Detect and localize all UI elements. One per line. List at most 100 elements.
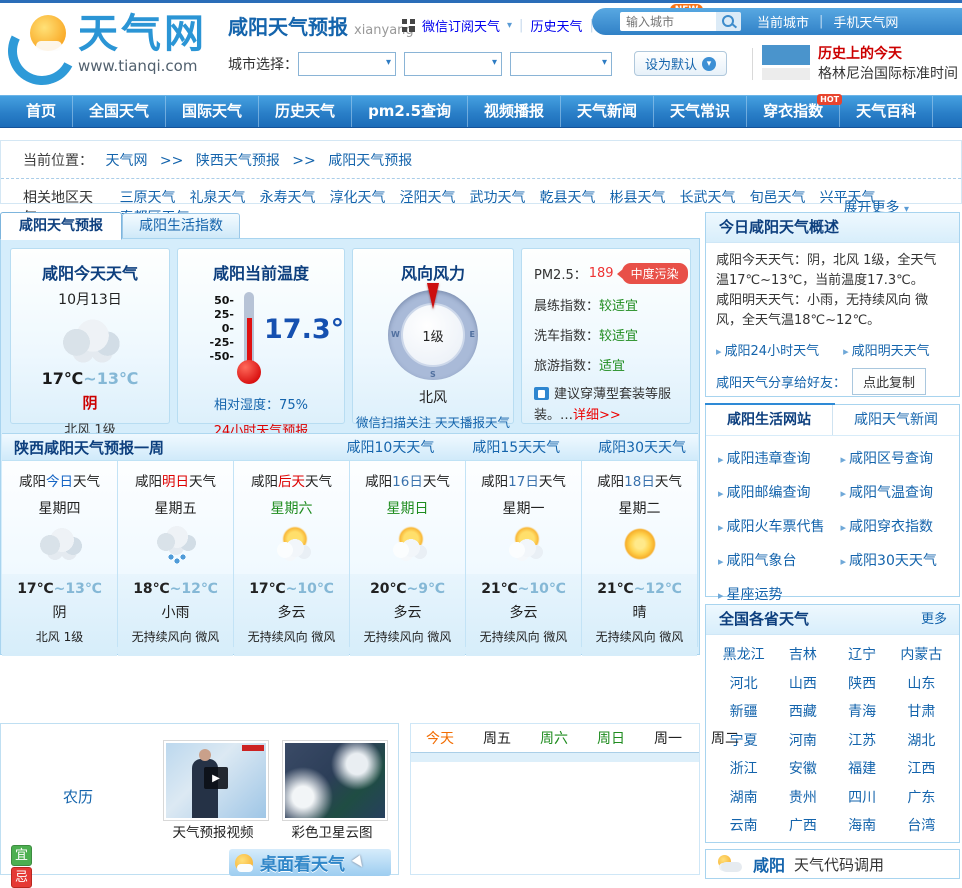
province-link[interactable]: 内蒙古 bbox=[892, 641, 951, 670]
province-link[interactable]: 黑龙江 bbox=[714, 641, 773, 670]
forecast-day-card[interactable]: 咸阳17日天气 星期一 21℃~10℃ 多云 无持续风向 微风 bbox=[466, 461, 582, 656]
nav-item[interactable]: 天气百科 bbox=[840, 96, 934, 127]
related-area-link[interactable]: 永寿天气 bbox=[260, 190, 316, 206]
day-tab[interactable]: 周二 bbox=[711, 728, 739, 748]
province-link[interactable]: 福建 bbox=[833, 755, 892, 784]
life-link[interactable]: 星座运势 bbox=[727, 587, 783, 603]
province-link[interactable]: 江西 bbox=[892, 755, 951, 784]
tab-living-index[interactable]: 咸阳生活指数 bbox=[122, 213, 240, 240]
nav-item[interactable]: 视频播报 bbox=[468, 96, 562, 127]
related-area-link[interactable]: 长武天气 bbox=[680, 190, 736, 206]
life-link-item[interactable]: ▸ 咸阳违章查询 bbox=[710, 441, 833, 475]
provinces-more-link[interactable]: 更多 bbox=[921, 605, 947, 634]
life-link[interactable]: 咸阳区号查询 bbox=[849, 451, 933, 467]
related-area-link[interactable]: 泾阳天气 bbox=[400, 190, 456, 206]
province-link[interactable]: 西藏 bbox=[773, 698, 832, 727]
province-link[interactable]: 浙江 bbox=[714, 755, 773, 784]
related-area-link[interactable]: 淳化天气 bbox=[330, 190, 386, 206]
forecast-day-card[interactable]: 咸阳16日天气 星期日 20℃~9℃ 多云 无持续风向 微风 bbox=[350, 461, 466, 656]
life-link-item[interactable]: ▸ 咸阳区号查询 bbox=[833, 441, 956, 475]
life-link[interactable]: 咸阳火车票代售 bbox=[727, 519, 825, 535]
life-link[interactable]: 咸阳邮编查询 bbox=[727, 485, 811, 501]
province-link[interactable]: 江苏 bbox=[833, 727, 892, 756]
life-link-item[interactable]: ▸ 咸阳气温查询 bbox=[833, 475, 956, 509]
province-link[interactable]: 甘肃 bbox=[892, 698, 951, 727]
nav-item[interactable]: 全国天气 bbox=[73, 96, 167, 127]
life-link-item[interactable]: ▸ 咸阳火车票代售 bbox=[710, 509, 833, 543]
wechat-subscribe-link[interactable]: 微信订阅天气 bbox=[422, 16, 500, 35]
breadcrumb-province[interactable]: 陕西天气预报 bbox=[196, 153, 280, 169]
search-button[interactable] bbox=[716, 12, 741, 31]
forecast-day-title[interactable]: 咸阳后天天气 bbox=[234, 470, 349, 490]
day-tab[interactable]: 今天 bbox=[426, 728, 454, 748]
code-box-label[interactable]: 天气代码调用 bbox=[794, 854, 884, 875]
related-area-link[interactable]: 乾县天气 bbox=[540, 190, 596, 206]
province-link[interactable]: 河南 bbox=[773, 727, 832, 756]
day-tab[interactable]: 周一 bbox=[654, 728, 682, 748]
day-tab[interactable]: 周日 bbox=[597, 728, 625, 748]
video-caption[interactable]: 天气预报视频 bbox=[160, 821, 266, 841]
life-link[interactable]: 咸阳违章查询 bbox=[727, 451, 811, 467]
related-area-link[interactable]: 礼泉天气 bbox=[190, 190, 246, 206]
nav-item[interactable]: 天气常识 bbox=[654, 96, 748, 127]
life-link-item[interactable]: ▸ 咸阳邮编查询 bbox=[710, 475, 833, 509]
province-link[interactable]: 湖南 bbox=[714, 784, 773, 813]
play-icon[interactable]: ▶ bbox=[204, 767, 228, 789]
nav-item[interactable]: 天气新闻 bbox=[561, 96, 655, 127]
nav-item[interactable]: 首页 bbox=[10, 96, 74, 127]
nav-item[interactable]: 穿衣指数 HOT bbox=[747, 94, 843, 127]
detail-link[interactable]: 详细>> bbox=[573, 408, 621, 423]
search-input[interactable] bbox=[620, 12, 716, 31]
province-link[interactable]: 台湾 bbox=[892, 812, 951, 841]
life-link-item[interactable]: ▸ 咸阳穿衣指数 bbox=[833, 509, 956, 543]
province-link[interactable]: 山西 bbox=[773, 670, 832, 699]
tab-life-sites[interactable]: 咸阳生活网站 bbox=[706, 405, 833, 435]
satellite-thumbnail[interactable] bbox=[282, 740, 388, 821]
extended-forecast-link[interactable]: 咸阳15天天气 bbox=[472, 437, 560, 457]
chevron-down-icon[interactable]: ▾ bbox=[507, 20, 512, 31]
province-link[interactable]: 四川 bbox=[833, 784, 892, 813]
satellite-caption[interactable]: 彩色卫星云图 bbox=[279, 821, 385, 841]
life-link[interactable]: 咸阳30天天气 bbox=[849, 553, 937, 569]
district-select[interactable]: ▾ bbox=[510, 51, 612, 76]
province-select[interactable]: ▾ bbox=[298, 51, 396, 76]
forecast-day-title[interactable]: 咸阳16日天气 bbox=[350, 470, 465, 490]
province-link[interactable]: 吉林 bbox=[773, 641, 832, 670]
nav-item[interactable]: 国际天气 bbox=[166, 96, 260, 127]
province-link[interactable]: 广东 bbox=[892, 784, 951, 813]
nav-item[interactable]: pm2.5查询 bbox=[352, 96, 469, 127]
related-area-link[interactable]: 三原天气 bbox=[120, 190, 176, 206]
forecast-day-card[interactable]: 咸阳今日天气 星期四 17℃~13℃ 阴 北风 1级 bbox=[2, 461, 118, 656]
related-area-link[interactable]: 彬县天气 bbox=[610, 190, 666, 206]
overview-link[interactable]: ▸ 咸阳24小时天气 bbox=[716, 340, 819, 359]
extended-forecast-link[interactable]: 咸阳30天天气 bbox=[598, 437, 686, 457]
province-link[interactable]: 河北 bbox=[714, 670, 773, 699]
site-logo[interactable]: 天气网 www.tianqi.com bbox=[0, 8, 207, 94]
day-tab[interactable]: 周六 bbox=[540, 728, 568, 748]
province-link[interactable]: 贵州 bbox=[773, 784, 832, 813]
forecast-day-card[interactable]: 咸阳18日天气 星期二 21℃~12℃ 晴 无持续风向 微风 bbox=[582, 461, 698, 656]
wechat-scan-link[interactable]: 微信扫描关注 天天播报天气 bbox=[356, 412, 510, 431]
copy-button[interactable]: 点此复制 bbox=[852, 367, 927, 395]
extended-forecast-link[interactable]: 咸阳10天天气 bbox=[347, 437, 435, 457]
forecast-day-card[interactable]: 咸阳明日天气 星期五 18℃~12℃ 小雨 无持续风向 微风 bbox=[118, 461, 234, 656]
forecast-day-title[interactable]: 咸阳18日天气 bbox=[582, 470, 697, 490]
breadcrumb-home[interactable]: 天气网 bbox=[105, 153, 147, 169]
forecast-day-title[interactable]: 咸阳明日天气 bbox=[118, 470, 233, 490]
mobile-site-link[interactable]: 手机天气网 bbox=[833, 12, 898, 31]
province-link[interactable]: 湖北 bbox=[892, 727, 951, 756]
forecast-day-title[interactable]: 咸阳17日天气 bbox=[466, 470, 581, 490]
history-today-text[interactable]: 格林尼治国际标准时间 bbox=[818, 63, 962, 83]
province-link[interactable]: 广西 bbox=[773, 812, 832, 841]
related-area-link[interactable]: 武功天气 bbox=[470, 190, 526, 206]
desktop-weather-banner[interactable]: 桌面看天气 bbox=[229, 849, 391, 876]
breadcrumb-current[interactable]: 咸阳天气预报 bbox=[328, 153, 412, 169]
province-link[interactable]: 新疆 bbox=[714, 698, 773, 727]
province-link[interactable]: 辽宁 bbox=[833, 641, 892, 670]
overview-link[interactable]: ▸ 咸阳明天天气 bbox=[843, 340, 930, 359]
city-select[interactable]: ▾ bbox=[404, 51, 502, 76]
province-link[interactable]: 山东 bbox=[892, 670, 951, 699]
life-link-item[interactable]: ▸ 咸阳30天天气 bbox=[833, 543, 956, 577]
forecast-day-title[interactable]: 咸阳今日天气 bbox=[2, 470, 117, 490]
day-tab[interactable]: 周五 bbox=[483, 728, 511, 748]
